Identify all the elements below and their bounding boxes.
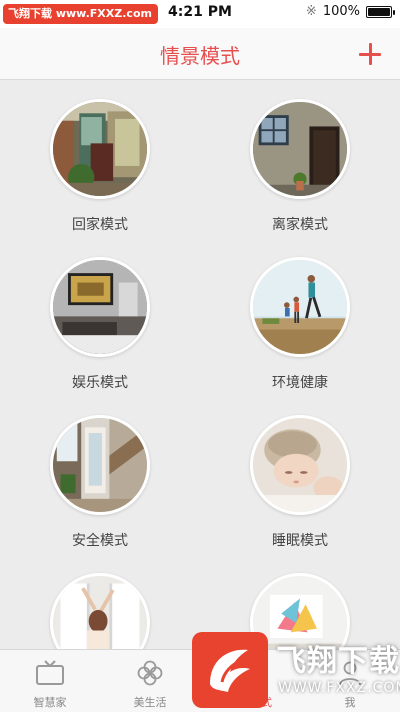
- tab-label: 智慧家: [33, 696, 67, 709]
- stretching-woman-photo: [50, 573, 150, 649]
- scene-item-security[interactable]: 安全模式: [0, 397, 200, 555]
- scene-label: 安全模式: [72, 533, 128, 549]
- stone-house-photo: [250, 99, 350, 199]
- watermark-text: 飞翔下载: [276, 644, 400, 679]
- scene-label: 环境健康: [272, 375, 328, 391]
- scene-item-home[interactable]: 回家模式: [0, 81, 200, 239]
- tv-icon: [35, 658, 65, 688]
- watermark-url: WWW.FXXZ.COM: [278, 680, 400, 696]
- clover-icon: [135, 658, 165, 688]
- add-scene-button[interactable]: [352, 36, 388, 72]
- scene-label: 离家模式: [272, 217, 328, 233]
- tv-room-photo: [50, 257, 150, 357]
- navigation-bar: 情景模式: [0, 28, 400, 80]
- hallway-photo: [50, 415, 150, 515]
- battery-icon: [366, 5, 395, 18]
- scene-item-entertainment[interactable]: 娱乐模式: [0, 239, 200, 397]
- battery-percentage: 100%: [322, 4, 360, 19]
- scene-item-environment[interactable]: 环境健康: [200, 239, 400, 397]
- plus-icon: [359, 43, 381, 65]
- bluetooth-icon: ※: [305, 4, 317, 19]
- scene-item-morning[interactable]: [0, 555, 200, 649]
- watermark-logo: 飞翔下载 WWW.FXXZ.COM: [192, 632, 400, 708]
- tab-label: 美生活: [133, 696, 167, 709]
- status-indicators: ※ 100%: [305, 4, 395, 19]
- tab-beautiful-life[interactable]: 美生活: [100, 650, 200, 712]
- sleeping-baby-photo: [250, 415, 350, 515]
- scene-grid: 回家模式 离家模式 娱乐模式 环境健康 安全模式 睡眠模式: [0, 81, 400, 649]
- scene-item-sleep[interactable]: 睡眠模式: [200, 397, 400, 555]
- tab-smart-home[interactable]: 智慧家: [0, 650, 100, 712]
- scene-label: 娱乐模式: [72, 375, 128, 391]
- scene-label: 回家模式: [72, 217, 128, 233]
- scene-label: 睡眠模式: [272, 533, 328, 549]
- watermark-badge-icon: [192, 632, 268, 708]
- status-bar: 飞翔下载 www.FXXZ.com 4:21 PM ※ 100%: [0, 0, 400, 28]
- running-family-photo: [250, 257, 350, 357]
- living-room-photo: [50, 99, 150, 199]
- battery-fill: [368, 7, 390, 16]
- scene-item-away[interactable]: 离家模式: [200, 81, 400, 239]
- page-title: 情景模式: [160, 44, 240, 68]
